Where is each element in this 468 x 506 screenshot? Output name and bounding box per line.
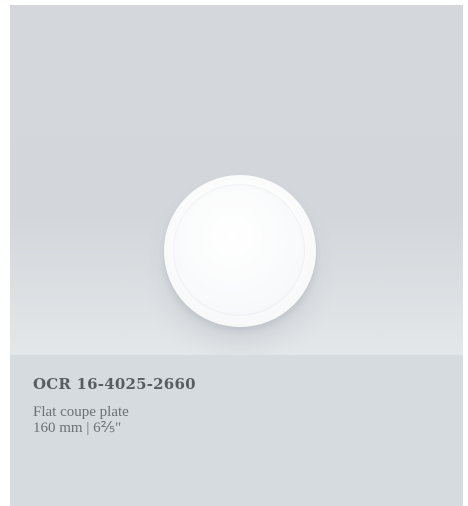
plate-image xyxy=(164,175,316,327)
product-info: OCR 16-4025-2660 Flat coupe plate 160 mm… xyxy=(10,355,463,506)
plate-well xyxy=(173,184,305,316)
product-code: OCR 16-4025-2660 xyxy=(33,375,196,393)
product-name: Flat coupe plate xyxy=(33,404,129,420)
product-card[interactable]: OCR 16-4025-2660 Flat coupe plate 160 mm… xyxy=(10,5,463,506)
product-size: 160 mm | 6⅖" xyxy=(33,420,122,436)
product-image[interactable] xyxy=(10,5,463,355)
